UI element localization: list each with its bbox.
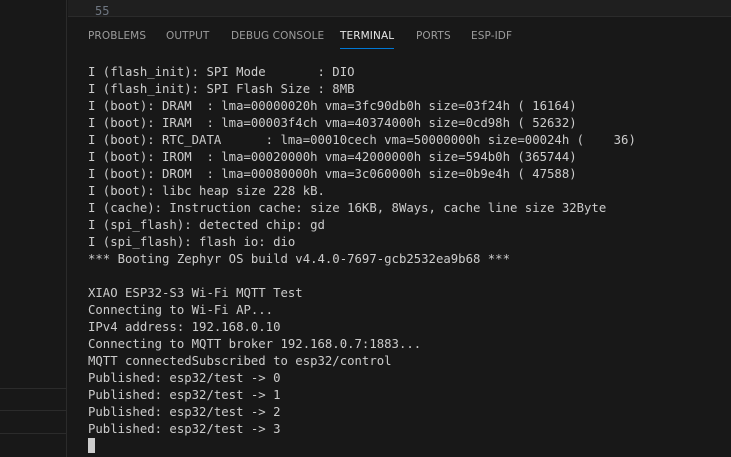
bottom-panel: PROBLEMS OUTPUT DEBUG CONSOLE TERMINAL P…	[68, 17, 731, 457]
tab-debug-console[interactable]: DEBUG CONSOLE	[231, 29, 324, 43]
terminal-line: Published: esp32/test -> 3	[88, 422, 281, 436]
terminal-line: XIAO ESP32-S3 Wi-Fi MQTT Test	[88, 286, 303, 300]
terminal-line: I (spi_flash): flash io: dio	[88, 235, 296, 249]
terminal-line: Connecting to Wi-Fi AP...	[88, 303, 274, 317]
terminal-line: I (cache): Instruction cache: size 16KB,…	[88, 201, 607, 215]
terminal-line: MQTT connectedSubscribed to esp32/contro…	[88, 354, 392, 368]
terminal-line: I (boot): DRAM : lma=00000020h vma=3fc90…	[88, 99, 577, 113]
terminal-cursor	[88, 438, 95, 453]
terminal-line: I (boot): DROM : lma=00080000h vma=3c060…	[88, 167, 577, 181]
side-bar-divider	[0, 410, 67, 411]
terminal-line: I (flash_init): SPI Flash Size : 8MB	[88, 82, 355, 96]
side-bar-strip	[0, 0, 67, 457]
terminal-line: I (boot): IRAM : lma=00003f4ch vma=40374…	[88, 116, 577, 130]
side-bar-divider	[0, 433, 67, 434]
terminal-line: I (flash_init): SPI Mode : DIO	[88, 65, 355, 79]
terminal-line: I (spi_flash): detected chip: gd	[88, 218, 325, 232]
terminal-line: Published: esp32/test -> 1	[88, 388, 281, 402]
terminal-line: IPv4 address: 192.168.0.10	[88, 320, 281, 334]
terminal-line: I (boot): IROM : lma=00020000h vma=42000…	[88, 150, 577, 164]
terminal-line: Published: esp32/test -> 2	[88, 405, 281, 419]
tab-ports[interactable]: PORTS	[416, 29, 451, 43]
tab-esp-idf[interactable]: ESP-IDF	[471, 29, 512, 43]
tab-output[interactable]: OUTPUT	[166, 29, 209, 43]
terminal-output[interactable]: I (flash_init): SPI Mode : DIO I (flash_…	[88, 64, 728, 455]
terminal-line: Connecting to MQTT broker 192.168.0.7:18…	[88, 337, 422, 351]
terminal-line: Published: esp32/test -> 0	[88, 371, 281, 385]
tab-problems[interactable]: PROBLEMS	[88, 29, 146, 43]
panel-tab-bar: PROBLEMS OUTPUT DEBUG CONSOLE TERMINAL P…	[68, 17, 731, 55]
terminal-line: I (boot): libc heap size 228 kB.	[88, 184, 325, 198]
editor-area[interactable]: 55	[68, 0, 731, 17]
tab-terminal[interactable]: TERMINAL	[340, 29, 395, 49]
editor-line-number: 55	[95, 4, 110, 17]
terminal-line: *** Booting Zephyr OS build v4.4.0-7697-…	[88, 252, 510, 266]
terminal-prompt-line	[88, 438, 728, 455]
side-bar-divider	[0, 388, 67, 389]
terminal-line: I (boot): RTC_DATA : lma=00010cech vma=5…	[88, 133, 636, 147]
